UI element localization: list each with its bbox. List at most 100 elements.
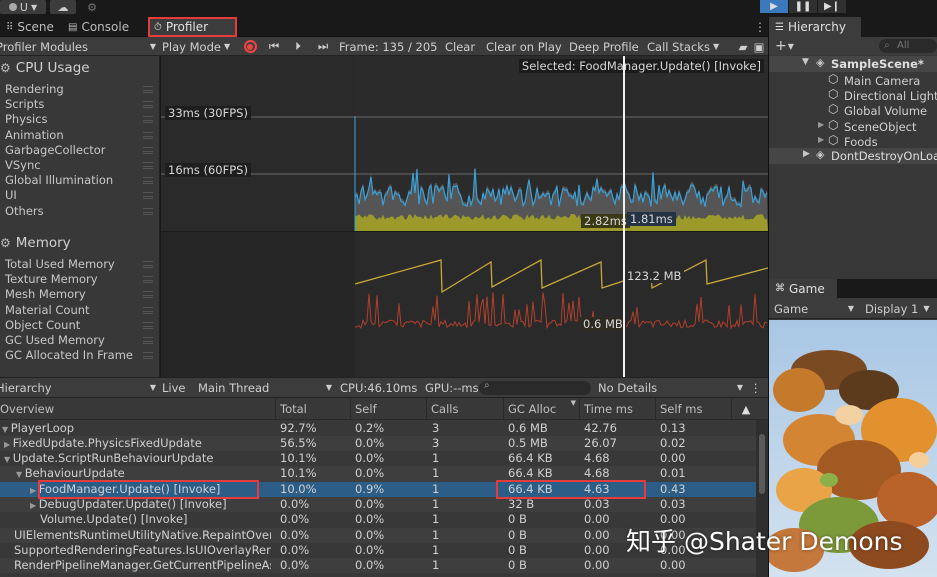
- scrollbar-thumb[interactable]: [759, 434, 765, 494]
- call-stacks-dropdown[interactable]: Call Stacks ▼: [647, 37, 719, 56]
- cpu-module-color-toggle-icon[interactable]: [143, 131, 153, 139]
- profiler-modules-dropdown[interactable]: Profiler Modules ▼: [0, 37, 158, 56]
- memory-module-item[interactable]: GC Allocated In Frame: [5, 348, 133, 362]
- record-button[interactable]: [240, 37, 260, 56]
- clear-button[interactable]: Clear: [445, 37, 475, 56]
- memory-module-item[interactable]: Material Count: [5, 303, 90, 317]
- memory-module-header[interactable]: ⚙ Memory: [0, 235, 71, 251]
- cpu-module-item[interactable]: Rendering: [5, 82, 64, 96]
- tab-game[interactable]: ⌘ Game: [769, 279, 837, 298]
- table-row[interactable]: ▶ DebugUpdater.Update() [Invoke] 0.0% 0.0%…: [0, 497, 756, 513]
- cpu-module-color-toggle-icon[interactable]: [143, 192, 153, 200]
- chevron-down-icon[interactable]: ▼: [2, 425, 11, 434]
- load-button[interactable]: ▰: [736, 37, 750, 56]
- cpu-module-color-toggle-icon[interactable]: [143, 86, 153, 93]
- hierarchy-item[interactable]: ⬡ Directional Light: [769, 87, 937, 103]
- details-dropdown[interactable]: No Details ▼: [595, 378, 747, 397]
- clear-on-play-button[interactable]: Clear on Play: [486, 37, 562, 56]
- table-row[interactable]: RenderPipelineManager.GetCurrentPipeline…: [0, 558, 756, 574]
- chevron-right-icon[interactable]: ▶: [4, 440, 13, 449]
- memory-chart[interactable]: 123.2 MB 0.6 MB: [161, 231, 768, 378]
- cpu-usage-chart[interactable]: Selected: FoodManager.Update() [Invoke] …: [161, 56, 768, 231]
- details-more-menu[interactable]: ⋮: [750, 378, 762, 397]
- cloud-button[interactable]: ☁: [50, 0, 76, 14]
- cpu-module-color-toggle-icon[interactable]: [143, 162, 153, 169]
- save-button[interactable]: ▣: [752, 37, 766, 56]
- col-warning[interactable]: ▲: [731, 398, 756, 420]
- chevron-down-icon[interactable]: ▼: [4, 455, 13, 464]
- cpu-module-color-toggle-icon[interactable]: [143, 101, 153, 109]
- col-gc-alloc[interactable]: GC Alloc ▼: [503, 398, 579, 420]
- table-row[interactable]: ▶ FixedUpdate.PhysicsFixedUpdate 56.5% 0.0…: [0, 435, 756, 452]
- live-toggle[interactable]: Live: [162, 378, 185, 397]
- hierarchy-item[interactable]: ⬡ Main Camera: [769, 72, 937, 88]
- cpu-module-item[interactable]: Scripts: [5, 97, 44, 111]
- cpu-module-item[interactable]: Others: [5, 204, 44, 218]
- memory-module-item[interactable]: Mesh Memory: [5, 287, 86, 301]
- memory-module-color-toggle-icon[interactable]: [143, 352, 153, 360]
- memory-module-item[interactable]: Object Count: [5, 318, 80, 332]
- cpu-module-item[interactable]: UI: [5, 188, 17, 202]
- next-frame-button[interactable]: ⏵: [290, 37, 306, 56]
- cpu-module-color-toggle-icon[interactable]: [143, 116, 153, 124]
- col-self-ms[interactable]: Self ms: [655, 398, 731, 420]
- game-view-dropdown[interactable]: Game ▼: [774, 298, 856, 319]
- hierarchy-item[interactable]: ▶ ⬡ Foods: [769, 133, 937, 149]
- cpu-module-color-toggle-icon[interactable]: [143, 146, 153, 154]
- account-dropdown[interactable]: U ▼: [0, 0, 46, 14]
- thread-dropdown[interactable]: Main Thread ▼: [195, 378, 336, 397]
- table-row[interactable]: ▼ PlayerLoop 92.7% 0.2% 3 0.6 MB 42.76 0.13: [0, 421, 756, 436]
- frame-selection-line[interactable]: [623, 56, 625, 377]
- table-row[interactable]: ▶ FoodManager.Update() [Invoke] 10.0% 0.9%…: [0, 481, 756, 497]
- cpu-module-header[interactable]: ⚙ CPU Usage: [0, 60, 90, 76]
- col-overview[interactable]: Overview: [0, 398, 275, 420]
- memory-module-color-toggle-icon[interactable]: [143, 337, 153, 344]
- col-time-ms[interactable]: Time ms: [579, 398, 655, 420]
- hierarchy-item[interactable]: ⬡ Global Volume: [769, 102, 937, 118]
- memory-module-item[interactable]: GC Used Memory: [5, 333, 105, 347]
- last-frame-button[interactable]: ⏭: [314, 37, 332, 56]
- hierarchy-search-input[interactable]: ⌕ All: [879, 39, 937, 53]
- cpu-module-color-toggle-icon[interactable]: [143, 177, 153, 185]
- cpu-module-item[interactable]: GarbageCollector: [5, 143, 106, 157]
- chevron-right-icon[interactable]: ▶: [818, 135, 824, 144]
- collab-button[interactable]: ⚙: [82, 0, 102, 14]
- chevron-right-icon[interactable]: ▶: [30, 501, 39, 510]
- col-total[interactable]: Total: [275, 398, 350, 420]
- tab-scene[interactable]: ⠿ Scene: [0, 17, 60, 37]
- cpu-module-item[interactable]: Global Illumination: [5, 173, 113, 187]
- display-dropdown[interactable]: Display 1 ▼: [865, 298, 937, 319]
- memory-module-color-toggle-icon[interactable]: [143, 321, 153, 329]
- deep-profile-button[interactable]: Deep Profile: [569, 37, 639, 56]
- table-row[interactable]: ▼ Update.ScriptRunBehaviourUpdate 10.1% 0.…: [0, 451, 756, 466]
- col-self[interactable]: Self: [350, 398, 426, 420]
- tab-console[interactable]: ▤ Console: [62, 17, 135, 37]
- chevron-right-icon[interactable]: ▶: [30, 486, 39, 495]
- tab-hierarchy[interactable]: ☰ Hierarchy: [769, 17, 861, 37]
- create-dropdown[interactable]: + ▼: [775, 37, 794, 55]
- memory-module-item[interactable]: Texture Memory: [5, 272, 98, 286]
- chevron-down-icon[interactable]: ▼: [16, 470, 25, 479]
- memory-module-color-toggle-icon[interactable]: [143, 306, 153, 314]
- dontdestroy-row[interactable]: ▶ ◈ DontDestroyOnLoad: [769, 148, 937, 164]
- scene-row[interactable]: ▼ ◈ SampleScene*: [769, 56, 937, 72]
- table-row[interactable]: ▼ BehaviourUpdate 10.1% 0.0% 1 66.4 KB 4.68 0.…: [0, 466, 756, 482]
- memory-module-color-toggle-icon[interactable]: [143, 276, 153, 284]
- cpu-module-item[interactable]: VSync: [5, 158, 41, 172]
- memory-module-color-toggle-icon[interactable]: [143, 291, 153, 299]
- cpu-module-item[interactable]: Physics: [5, 112, 48, 126]
- pause-button[interactable]: ❚❚: [789, 0, 817, 13]
- view-mode-dropdown[interactable]: Hierarchy ▼: [0, 378, 158, 397]
- col-calls[interactable]: Calls: [426, 398, 503, 420]
- cpu-module-color-toggle-icon[interactable]: [143, 207, 153, 215]
- cpu-module-item[interactable]: Animation: [5, 128, 64, 142]
- hierarchy-item[interactable]: ▶ ⬡ SceneObject: [769, 118, 937, 134]
- tab-profiler[interactable]: ⏱ Profiler: [148, 17, 236, 37]
- memory-module-color-toggle-icon[interactable]: [143, 261, 153, 268]
- chevron-right-icon[interactable]: ▶: [818, 120, 824, 129]
- play-button[interactable]: ▶: [760, 0, 788, 13]
- details-search-input[interactable]: ⌕: [479, 380, 591, 395]
- memory-module-item[interactable]: Total Used Memory: [5, 257, 115, 271]
- first-frame-button[interactable]: ⏮: [266, 37, 282, 56]
- step-button[interactable]: ▶❙: [818, 0, 846, 13]
